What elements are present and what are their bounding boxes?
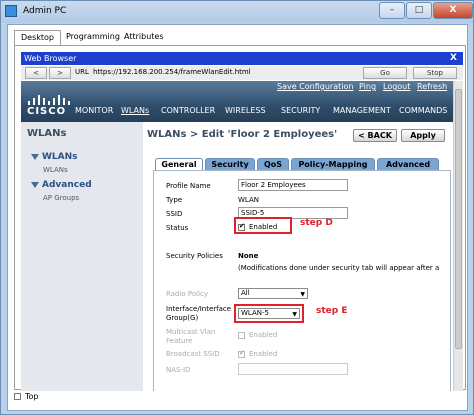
menu-management[interactable]: MANAGEMENT: [333, 106, 391, 115]
top-checkbox[interactable]: [14, 393, 21, 400]
multicast-vlan-row: Enabled: [238, 331, 277, 339]
menu-wlans[interactable]: WLANs: [121, 106, 149, 115]
radio-policy-label: Radio Policy: [166, 290, 209, 298]
security-policies-note: (Modifications done under security tab w…: [238, 264, 440, 272]
security-policies-label: Security Policies: [166, 252, 223, 260]
minimize-button[interactable]: –: [379, 2, 405, 19]
vertical-scrollbar[interactable]: [453, 81, 463, 391]
cisco-wordmark: CISCO: [27, 106, 67, 117]
type-value: WLAN: [238, 196, 260, 204]
interface-group-label: Interface/Interface Group(G): [166, 305, 232, 322]
browser-close-icon[interactable]: X: [450, 52, 460, 65]
ssid-label: SSID: [166, 210, 183, 218]
sidebar-item-advanced[interactable]: Advanced: [31, 180, 92, 190]
step-e-highlight: [234, 304, 304, 323]
expand-triangle-icon: [31, 153, 39, 160]
maximize-button[interactable]: □: [406, 2, 432, 19]
tab-desktop[interactable]: Desktop: [14, 30, 61, 46]
sidebar-subitem-wlans[interactable]: WLANs: [43, 166, 68, 174]
multicast-checkbox[interactable]: [238, 331, 245, 339]
expand-triangle-icon: [31, 181, 39, 188]
scrollbar-thumb[interactable]: [455, 89, 462, 349]
sidebar-item-wlans[interactable]: WLANs: [31, 152, 78, 162]
wlc-page: Save Configuration Ping Logout Refresh C…: [21, 81, 453, 391]
url-input[interactable]: https://192.168.200.254/frameWlanEdit.ht…: [93, 68, 251, 76]
menu-commands[interactable]: COMMANDS: [399, 106, 447, 115]
app-window: Admin PC – □ X Desktop Programming Attri…: [0, 0, 474, 415]
ping-link[interactable]: Ping: [359, 82, 376, 91]
desktop-panel: Web Browser X < > URL https://192.168.20…: [14, 45, 466, 391]
window-titlebar: Admin PC – □ X: [1, 1, 473, 23]
tab-attributes[interactable]: Attributes: [118, 30, 170, 46]
security-policies-value: None: [238, 252, 259, 260]
menu-wireless[interactable]: WIRELESS: [225, 106, 266, 115]
wlc-header: Save Configuration Ping Logout Refresh C…: [21, 81, 453, 122]
multicast-vlan-label: Multicast Vlan Feature: [166, 328, 216, 345]
sidebar-title: WLANs: [27, 128, 67, 139]
app-icon: [5, 5, 17, 17]
nas-id-field[interactable]: [238, 363, 348, 375]
window-client: Desktop Programming Attributes Web Brows…: [7, 24, 468, 411]
refresh-link[interactable]: Refresh: [417, 82, 447, 91]
step-d-annotation: step D: [300, 218, 333, 228]
menu-controller[interactable]: CONTROLLER: [161, 106, 215, 115]
general-panel: Profile Name Floor 2 Employees Type WLAN…: [153, 170, 451, 391]
chevron-down-icon: ▼: [300, 291, 305, 298]
back-nav-button[interactable]: <: [25, 67, 47, 79]
save-configuration-link[interactable]: Save Configuration: [277, 82, 353, 91]
sidebar-subitem-ap-groups[interactable]: AP Groups: [43, 194, 79, 202]
browser-title: Web Browser: [24, 54, 77, 63]
url-label: URL: [75, 68, 89, 76]
browser-navbar: < > URL https://192.168.200.254/frameWla…: [21, 66, 463, 80]
top-checkbox-row[interactable]: Top: [14, 392, 39, 401]
radio-policy-select[interactable]: All ▼: [238, 288, 308, 299]
broadcast-ssid-label: Broadcast SSID: [166, 350, 220, 358]
back-button[interactable]: < BACK: [353, 129, 397, 142]
logout-link[interactable]: Logout: [383, 82, 410, 91]
browser-titlebar: Web Browser X: [21, 52, 463, 65]
menu-security[interactable]: SECURITY: [281, 106, 320, 115]
profile-name-field[interactable]: Floor 2 Employees: [238, 179, 348, 191]
go-button[interactable]: Go: [363, 67, 407, 79]
broadcast-ssid-row: ✔ Enabled: [238, 348, 278, 358]
apply-button[interactable]: Apply: [401, 129, 445, 142]
type-label: Type: [166, 196, 183, 204]
tab-programming[interactable]: Programming: [60, 30, 126, 46]
window-title: Admin PC: [23, 6, 67, 16]
nas-id-label: NAS-ID: [166, 366, 191, 374]
close-button[interactable]: X: [433, 2, 473, 19]
cisco-logo: CISCO: [27, 95, 71, 117]
cisco-bars-icon: [27, 95, 71, 105]
page-title: WLANs > Edit 'Floor 2 Employees': [147, 129, 338, 140]
broadcast-checkbox[interactable]: ✔: [238, 349, 245, 358]
menu-monitor[interactable]: MONITOR: [75, 106, 113, 115]
profile-name-label: Profile Name: [166, 182, 211, 190]
step-d-highlight: [234, 217, 292, 234]
forward-nav-button[interactable]: >: [49, 67, 71, 79]
stop-button[interactable]: Stop: [413, 67, 457, 79]
top-label: Top: [25, 392, 39, 401]
status-label: Status: [166, 224, 189, 232]
main-content: WLANs > Edit 'Floor 2 Employees' < BACK …: [143, 122, 453, 391]
step-e-annotation: step E: [316, 306, 348, 316]
sidebar: WLANs WLANs WLANs Advanced AP Groups: [21, 122, 143, 391]
